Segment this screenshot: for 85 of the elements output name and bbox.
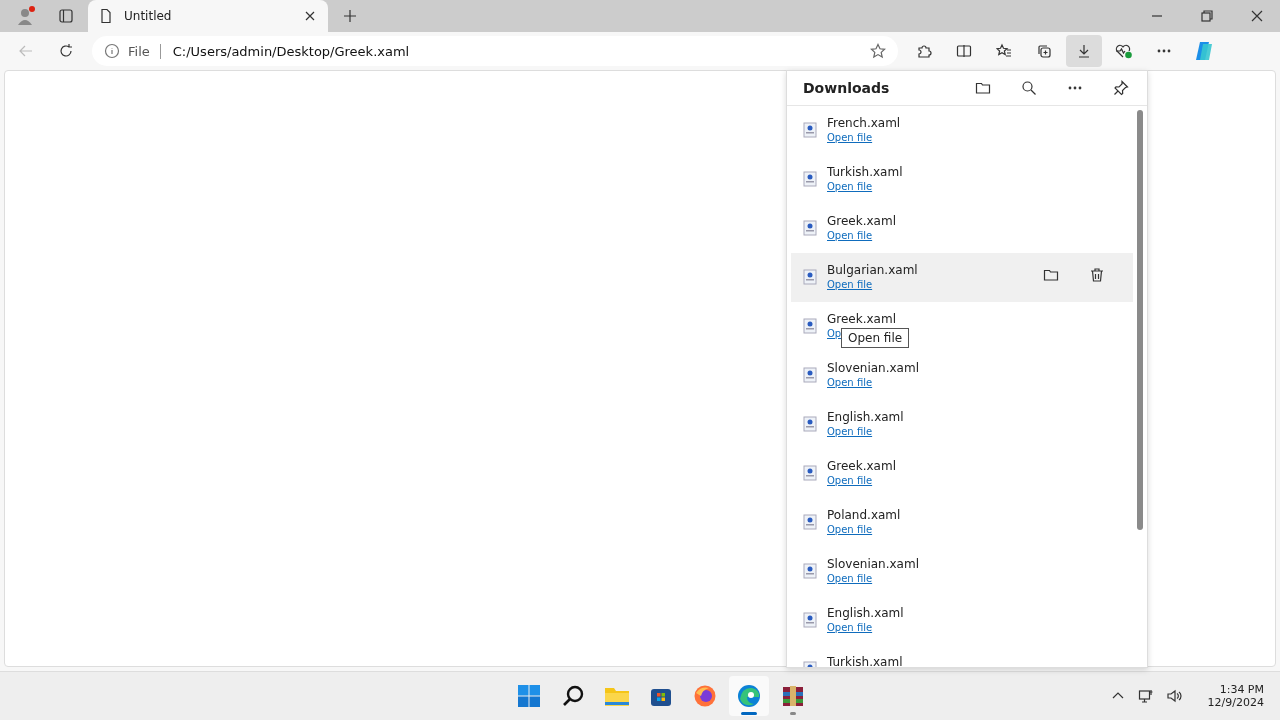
document-icon bbox=[803, 367, 817, 383]
file-name: English.xaml bbox=[827, 606, 904, 620]
folder-icon[interactable] bbox=[1043, 267, 1059, 283]
archive-icon[interactable] bbox=[780, 684, 805, 708]
open-file-link[interactable]: Open file bbox=[827, 622, 873, 633]
open-file-link[interactable]: Open file bbox=[827, 475, 873, 486]
scheme-label: File bbox=[128, 43, 161, 59]
file-name: Greek.xaml bbox=[827, 459, 896, 473]
new-tab-icon[interactable] bbox=[342, 8, 358, 24]
browser-tab[interactable]: Untitled bbox=[88, 0, 328, 32]
download-icon[interactable] bbox=[1076, 43, 1092, 59]
file-name: Slovenian.xaml bbox=[827, 361, 919, 375]
copilot-icon[interactable] bbox=[1193, 40, 1215, 62]
open-file-link[interactable]: Open file bbox=[827, 573, 873, 584]
download-item[interactable]: Bulgarian.xaml Open file bbox=[791, 253, 1133, 302]
back-icon bbox=[18, 43, 34, 59]
puzzle-icon[interactable] bbox=[916, 43, 932, 59]
search-icon[interactable] bbox=[1021, 80, 1037, 96]
open-file-link[interactable]: Open file bbox=[827, 426, 873, 437]
start-icon[interactable] bbox=[516, 684, 541, 708]
file-name: French.xaml bbox=[827, 116, 901, 130]
download-item[interactable]: Greek.xaml Op Open file bbox=[791, 302, 1133, 351]
download-item[interactable]: French.xaml Open file bbox=[791, 106, 1133, 155]
file-name: Turkish.xaml bbox=[827, 655, 903, 667]
download-item[interactable]: Poland.xaml Open file bbox=[791, 498, 1133, 547]
open-file-link[interactable]: Open file bbox=[827, 377, 873, 388]
file-name: Greek.xaml bbox=[827, 312, 896, 326]
edge-icon[interactable] bbox=[735, 683, 762, 709]
network-icon[interactable] bbox=[1137, 688, 1154, 704]
split-screen-icon[interactable] bbox=[956, 43, 972, 59]
document-icon bbox=[803, 220, 817, 236]
address-bar[interactable]: File C:/Users/admin/Desktop/Greek.xaml bbox=[92, 36, 898, 66]
tab-actions-icon[interactable] bbox=[58, 8, 74, 24]
file-name: Slovenian.xaml bbox=[827, 557, 919, 571]
document-icon bbox=[803, 318, 817, 334]
file-name: Greek.xaml bbox=[827, 214, 896, 228]
favorite-star-icon[interactable] bbox=[870, 43, 886, 59]
open-file-link[interactable]: Open file bbox=[827, 279, 873, 290]
document-icon bbox=[803, 465, 817, 481]
heart-pulse-icon[interactable] bbox=[1115, 43, 1133, 59]
open-file-link[interactable]: Open file bbox=[827, 132, 873, 143]
document-icon bbox=[803, 269, 817, 285]
download-item[interactable]: English.xaml Open file bbox=[791, 596, 1133, 645]
refresh-icon[interactable] bbox=[58, 43, 74, 59]
info-icon bbox=[104, 43, 120, 59]
download-item[interactable]: Slovenian.xaml Open file bbox=[791, 351, 1133, 400]
collections-icon[interactable] bbox=[1036, 43, 1052, 59]
download-item[interactable]: Turkish.xaml bbox=[791, 645, 1133, 667]
document-icon bbox=[803, 171, 817, 187]
pin-icon[interactable] bbox=[1113, 80, 1129, 96]
folder-icon[interactable] bbox=[975, 80, 991, 96]
document-icon bbox=[803, 416, 817, 432]
download-item[interactable]: Slovenian.xaml Open file bbox=[791, 547, 1133, 596]
profile-icon[interactable] bbox=[16, 6, 36, 26]
file-name: Bulgarian.xaml bbox=[827, 263, 918, 277]
panel-title: Downloads bbox=[803, 80, 891, 96]
scrollbar-thumb[interactable] bbox=[1137, 110, 1143, 530]
open-file-link[interactable]: Open file bbox=[827, 230, 873, 241]
close-icon[interactable] bbox=[1249, 8, 1265, 24]
clock-date: 12/9/2024 bbox=[1207, 696, 1264, 709]
download-item[interactable]: English.xaml Open file bbox=[791, 400, 1133, 449]
open-file-link[interactable]: Open file bbox=[827, 524, 873, 535]
favorites-icon[interactable] bbox=[996, 43, 1012, 59]
document-icon bbox=[803, 122, 817, 138]
volume-icon[interactable] bbox=[1165, 688, 1182, 704]
download-item[interactable]: Greek.xaml Open file bbox=[791, 449, 1133, 498]
page-icon bbox=[98, 8, 114, 24]
tooltip: Open file bbox=[841, 328, 910, 348]
running-indicator bbox=[740, 712, 757, 715]
document-icon bbox=[803, 514, 817, 530]
file-name: Poland.xaml bbox=[827, 508, 901, 522]
file-name: Turkish.xaml bbox=[827, 165, 903, 179]
open-file-link[interactable]: Open file bbox=[827, 181, 873, 192]
download-item[interactable]: Greek.xaml Open file bbox=[791, 204, 1133, 253]
open-file-link[interactable]: Op bbox=[827, 328, 842, 339]
clock-time: 1:34 PM bbox=[1219, 683, 1264, 696]
file-name: English.xaml bbox=[827, 410, 904, 424]
firefox-icon[interactable] bbox=[692, 684, 717, 708]
running-indicator bbox=[789, 712, 796, 715]
url-text: C:/Users/admin/Desktop/Greek.xaml bbox=[172, 43, 411, 59]
document-icon bbox=[803, 612, 817, 628]
restore-icon[interactable] bbox=[1199, 8, 1215, 24]
document-icon bbox=[803, 563, 817, 579]
download-item[interactable]: Turkish.xaml Open file bbox=[791, 155, 1133, 204]
trash-icon[interactable] bbox=[1089, 267, 1105, 283]
